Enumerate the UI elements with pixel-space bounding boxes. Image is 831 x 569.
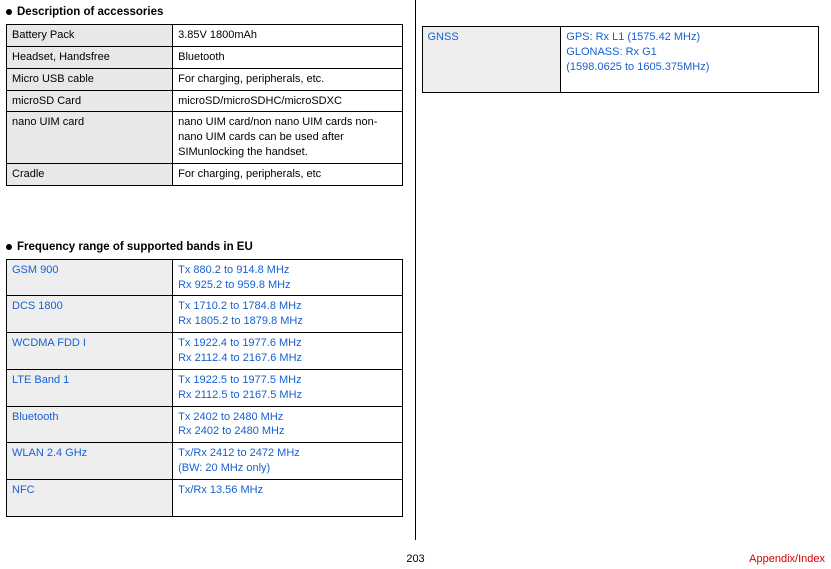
acc-value: Bluetooth xyxy=(173,46,402,68)
page-number: 203 xyxy=(406,553,424,565)
table-row: Battery Pack3.85V 1800mAh xyxy=(7,25,403,47)
acc-label: Headset, Handsfree xyxy=(7,46,173,68)
freq-label: WCDMA FDD I xyxy=(7,333,173,370)
table-row: CradleFor charging, peripherals, etc xyxy=(7,163,403,185)
table-row: LTE Band 1Tx 1922.5 to 1977.5 MHzRx 2112… xyxy=(7,369,403,406)
acc-value: For charging, peripherals, etc. xyxy=(173,68,402,90)
table-row: BluetoothTx 2402 to 2480 MHzRx 2402 to 2… xyxy=(7,406,403,443)
freq-label: LTE Band 1 xyxy=(7,369,173,406)
freq-value: Tx/Rx 13.56 MHz xyxy=(173,479,402,516)
accessories-heading-text: Description of accessories xyxy=(17,6,163,18)
table-row: Headset, HandsfreeBluetooth xyxy=(7,46,403,68)
bullet-icon xyxy=(6,9,12,15)
accessories-table: Battery Pack3.85V 1800mAhHeadset, Handsf… xyxy=(6,24,403,186)
table-row: DCS 1800Tx 1710.2 to 1784.8 MHzRx 1805.2… xyxy=(7,296,403,333)
freq-label: DCS 1800 xyxy=(7,296,173,333)
freq-label: NFC xyxy=(7,479,173,516)
table-row: GNSS GPS: Rx L1 (1575.42 MHz)GLONASS: Rx… xyxy=(422,27,819,93)
freq-value: Tx 880.2 to 914.8 MHzRx 925.2 to 959.8 M… xyxy=(173,259,402,296)
acc-value: 3.85V 1800mAh xyxy=(173,25,402,47)
table-row: microSD CardmicroSD/microSDHC/microSDXC xyxy=(7,90,403,112)
acc-label: Battery Pack xyxy=(7,25,173,47)
acc-label: nano UIM card xyxy=(7,112,173,164)
acc-value: For charging, peripherals, etc xyxy=(173,163,402,185)
footer: 203 Appendix/Index xyxy=(0,553,831,565)
acc-label: Cradle xyxy=(7,163,173,185)
frequency-heading-text: Frequency range of supported bands in EU xyxy=(17,241,253,253)
gnss-value: GPS: Rx L1 (1575.42 MHz)GLONASS: Rx G1 (… xyxy=(561,27,819,93)
acc-label: microSD Card xyxy=(7,90,173,112)
table-row: GSM 900Tx 880.2 to 914.8 MHzRx 925.2 to … xyxy=(7,259,403,296)
table-row: Micro USB cableFor charging, peripherals… xyxy=(7,68,403,90)
frequency-table: GSM 900Tx 880.2 to 914.8 MHzRx 925.2 to … xyxy=(6,259,403,517)
acc-label: Micro USB cable xyxy=(7,68,173,90)
table-row: WLAN 2.4 GHzTx/Rx 2412 to 2472 MHz(BW: 2… xyxy=(7,443,403,480)
freq-value: Tx 2402 to 2480 MHzRx 2402 to 2480 MHz xyxy=(173,406,402,443)
acc-value: nano UIM card/non nano UIM cards non-nan… xyxy=(173,112,402,164)
freq-label: GSM 900 xyxy=(7,259,173,296)
freq-value: Tx/Rx 2412 to 2472 MHz(BW: 20 MHz only) xyxy=(173,443,402,480)
freq-label: WLAN 2.4 GHz xyxy=(7,443,173,480)
freq-value: Tx 1922.5 to 1977.5 MHzRx 2112.5 to 2167… xyxy=(173,369,402,406)
bullet-icon xyxy=(6,244,12,250)
freq-label: Bluetooth xyxy=(7,406,173,443)
gnss-label: GNSS xyxy=(422,27,561,93)
table-row: nano UIM cardnano UIM card/non nano UIM … xyxy=(7,112,403,164)
table-row: WCDMA FDD ITx 1922.4 to 1977.6 MHzRx 211… xyxy=(7,333,403,370)
accessories-heading: Description of accessories xyxy=(6,6,403,18)
frequency-heading: Frequency range of supported bands in EU xyxy=(6,241,403,253)
freq-value: Tx 1710.2 to 1784.8 MHzRx 1805.2 to 1879… xyxy=(173,296,402,333)
table-row: NFCTx/Rx 13.56 MHz xyxy=(7,479,403,516)
acc-value: microSD/microSDHC/microSDXC xyxy=(173,90,402,112)
freq-value: Tx 1922.4 to 1977.6 MHzRx 2112.4 to 2167… xyxy=(173,333,402,370)
gnss-table: GNSS GPS: Rx L1 (1575.42 MHz)GLONASS: Rx… xyxy=(422,26,820,93)
appendix-link[interactable]: Appendix/Index xyxy=(749,553,825,565)
